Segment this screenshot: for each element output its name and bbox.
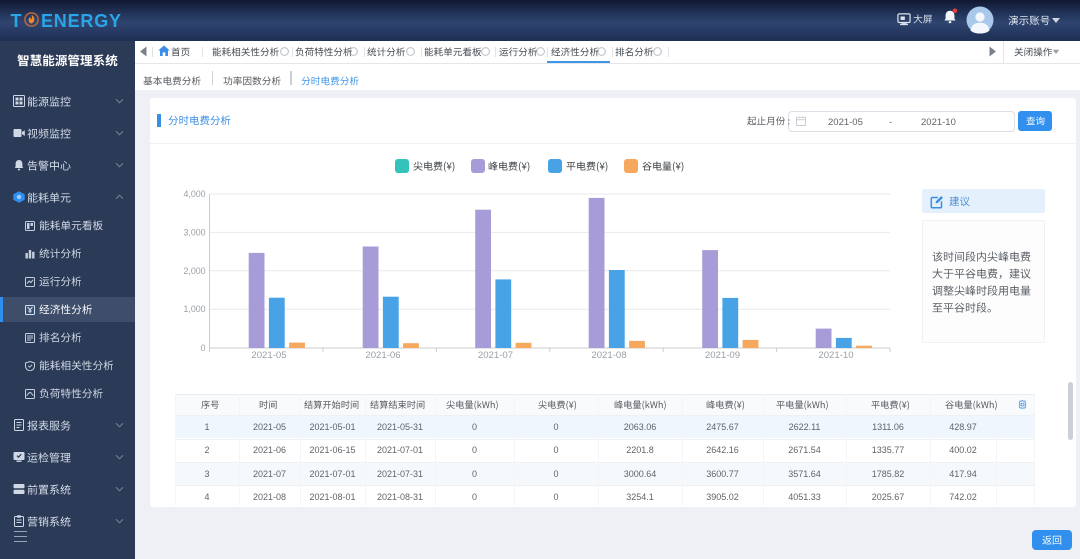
svg-text:2021-07: 2021-07 — [478, 350, 513, 361]
svg-text:2021-09: 2021-09 — [705, 350, 740, 361]
svg-text:2021-05: 2021-05 — [251, 350, 286, 361]
svg-text:3,000: 3,000 — [183, 227, 205, 237]
svg-text:0: 0 — [201, 343, 206, 353]
svg-text:2021-06: 2021-06 — [365, 350, 400, 361]
svg-text:2,000: 2,000 — [183, 266, 205, 276]
svg-text:2021-08: 2021-08 — [591, 350, 626, 361]
svg-text:2021-10: 2021-10 — [818, 350, 853, 361]
svg-text:4,000: 4,000 — [183, 189, 205, 199]
svg-text:1,000: 1,000 — [183, 304, 205, 314]
